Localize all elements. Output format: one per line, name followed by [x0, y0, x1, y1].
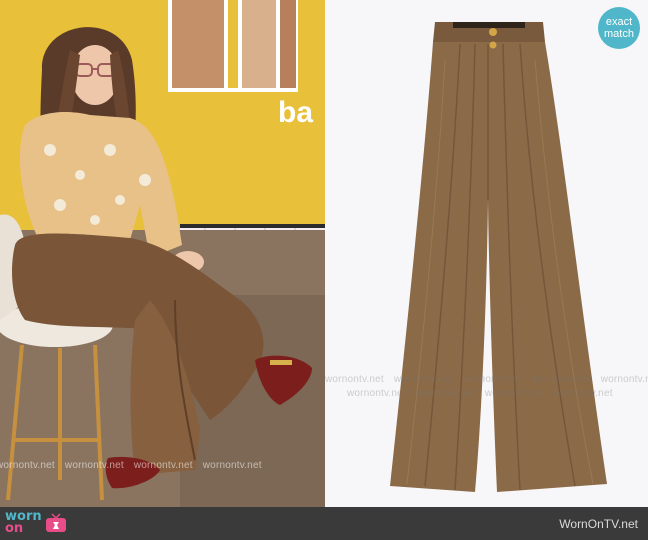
trousers-illustration — [390, 22, 607, 492]
footer-bar: worn on WornOnTV.net — [0, 507, 648, 540]
product-photo: wornontv.net wornontv.net wornontv.net worn… — [325, 0, 648, 507]
logo-text: worn on — [5, 510, 42, 536]
badge-line2: match — [604, 28, 634, 40]
badge-line1: exact — [605, 16, 633, 28]
logo-line2: on — [5, 521, 24, 536]
celebrity-photo: ba wornontv.net wornontv.net wornontv.net w… — [0, 0, 325, 507]
exact-match-badge[interactable]: exact match — [598, 7, 640, 49]
backdrop-sign-text: ba — [278, 96, 314, 129]
celebrity-illustration — [0, 0, 325, 507]
watermark-row: wornontv.net wornontv.net wornontv.net worn… — [0, 460, 262, 471]
wornontv-logo[interactable]: worn on — [5, 510, 67, 537]
watermark-row: wornontv.net wornontv.net wornontv.net worn… — [347, 388, 613, 399]
tv-icon — [45, 513, 66, 532]
watermark-row: wornontv.net wornontv.net wornontv.net worn… — [325, 374, 648, 385]
site-name[interactable]: WornOnTV.net — [559, 517, 638, 531]
